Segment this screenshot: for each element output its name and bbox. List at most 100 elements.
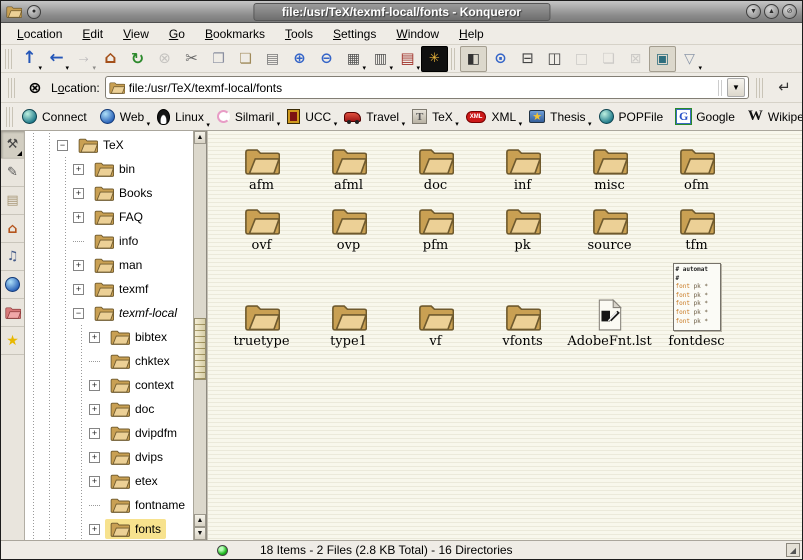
resize-grip-icon[interactable]: ◢ (786, 543, 800, 557)
clear-location-icon[interactable]: ⊗ (24, 80, 46, 96)
expand-icon[interactable]: + (73, 164, 84, 175)
find-button[interactable]: ⊙ (487, 46, 514, 72)
file-icon-truetype[interactable]: truetype (218, 255, 305, 351)
scrollbar-thumb[interactable] (194, 318, 206, 380)
thumbnails-button[interactable]: ▣ (649, 46, 676, 72)
bookmark-popfile[interactable]: POPFile (594, 107, 669, 126)
bookmark-silmaril[interactable]: Silmaril▾ (212, 108, 279, 126)
bookmark-wikipedia[interactable]: WWikipedia (743, 106, 803, 127)
menu-bookmarks[interactable]: Bookmarks (197, 25, 273, 43)
sidebar-tab-services[interactable]: ♫ (1, 243, 24, 271)
tree-scrollbar[interactable]: ▲ ▲ ▼ (193, 131, 206, 540)
expand-icon[interactable]: + (73, 284, 84, 295)
paste-button[interactable]: ❏ (232, 46, 259, 72)
zoom-out-button[interactable]: ⊖ (313, 46, 340, 72)
gear-button[interactable]: ✳ (421, 46, 448, 72)
bookmark-connect[interactable]: Connect (17, 107, 92, 126)
tree-item-info[interactable]: info (25, 229, 193, 253)
scroll-down-icon[interactable]: ▼ (194, 527, 206, 540)
file-icon-fontdesc[interactable]: # automat#font pk *font pk *font pk *fon… (653, 255, 740, 351)
filter-button[interactable]: ▽▾ (676, 46, 703, 72)
file-icon-pfm[interactable]: pfm (392, 195, 479, 255)
menu-edit[interactable]: Edit (74, 25, 111, 43)
close-button[interactable]: ⊘ (782, 4, 797, 19)
file-icon-pk[interactable]: pk (479, 195, 566, 255)
bookmark-tex[interactable]: TTeX▾ (407, 107, 458, 126)
file-icon-misc[interactable]: misc (566, 139, 653, 195)
tree-item-etex[interactable]: +etex (25, 469, 193, 493)
tree-item-context[interactable]: +context (25, 373, 193, 397)
collapse-icon[interactable]: − (57, 140, 68, 151)
expand-icon[interactable]: + (73, 260, 84, 271)
sidebar-tab-home-folder[interactable]: ⌂ (1, 215, 24, 243)
sidebar-tab-network[interactable] (1, 271, 24, 299)
sidebar-tab-red-folder[interactable] (1, 299, 24, 327)
window-menu-folder-icon[interactable] (6, 5, 22, 18)
stop-button[interactable]: ⊗ (151, 46, 178, 72)
file-icon-type1[interactable]: type1 (305, 255, 392, 351)
go-button[interactable]: ↵ (772, 76, 797, 100)
sidebar-tab-bookmarks-star[interactable]: ★ (1, 327, 24, 355)
split-left-right-button[interactable]: ◫ (541, 46, 568, 72)
expand-icon[interactable]: + (89, 524, 100, 535)
tree-item-man[interactable]: +man (25, 253, 193, 277)
menu-window[interactable]: Window (388, 25, 447, 43)
menu-help[interactable]: Help (451, 25, 492, 43)
expand-icon[interactable]: + (89, 452, 100, 463)
scrollbar-track[interactable] (194, 144, 206, 514)
menu-view[interactable]: View (115, 25, 157, 43)
sidebar-tab-pencil[interactable]: ✎ (1, 159, 24, 187)
tree-item-doc[interactable]: +doc (25, 397, 193, 421)
bookmark-xml[interactable]: XMLXML▾ (461, 108, 521, 126)
close-tab-button[interactable]: ⊠ (622, 46, 649, 72)
zoom-in-button[interactable]: ⊕ (286, 46, 313, 72)
tree-item-Books[interactable]: +Books (25, 181, 193, 205)
tree-item-fonts[interactable]: +fonts (25, 517, 193, 540)
sidebar-tab-history[interactable]: ▤ (1, 187, 24, 215)
location-dropdown-icon[interactable]: ▼ (727, 78, 745, 97)
minimize-button[interactable]: ▼ (746, 4, 761, 19)
up-button[interactable]: ↑▾ (16, 46, 43, 72)
tree-item-texmf[interactable]: +texmf (25, 277, 193, 301)
file-icon-AdobeFnt.lst[interactable]: AdobeFnt.lst (566, 255, 653, 351)
new-tab-button[interactable]: ❏ (595, 46, 622, 72)
expand-icon[interactable]: + (73, 188, 84, 199)
locationbar-grip[interactable] (8, 78, 15, 98)
file-icon-source[interactable]: source (566, 195, 653, 255)
bookmark-web[interactable]: Web▾ (95, 107, 149, 126)
sidebar-tree-button[interactable]: ◧ (460, 46, 487, 72)
tree-item-dvipdfm[interactable]: +dvipdfm (25, 421, 193, 445)
sidebar-tab-tools[interactable]: ⚒ (1, 131, 24, 159)
forward-button[interactable]: →▾ (70, 46, 97, 72)
collapse-icon[interactable]: − (73, 308, 84, 319)
menu-settings[interactable]: Settings (325, 25, 384, 43)
menu-location[interactable]: Location (9, 25, 70, 43)
tree-item-texmf-local[interactable]: −texmf-local (25, 301, 193, 325)
multicolumn-view-button[interactable]: ▥▾ (367, 46, 394, 72)
print-button[interactable]: ▤ (259, 46, 286, 72)
scroll-up-icon[interactable]: ▲ (194, 131, 206, 144)
file-icon-ofm[interactable]: ofm (653, 139, 740, 195)
bookmarkbar-grip[interactable] (6, 107, 13, 127)
expand-icon[interactable]: + (89, 476, 100, 487)
reload-button[interactable]: ↻ (124, 46, 151, 72)
tree-item-bin[interactable]: +bin (25, 157, 193, 181)
file-icon-tfm[interactable]: tfm (653, 195, 740, 255)
expand-icon[interactable]: + (89, 380, 100, 391)
bookmark-google[interactable]: GGoogle (671, 107, 740, 126)
fsview-button[interactable]: ▤▾ (394, 46, 421, 72)
file-icon-inf[interactable]: inf (479, 139, 566, 195)
sticky-button[interactable]: ● (27, 5, 41, 19)
location-input[interactable]: file:/usr/TeX/texmf-local/fonts (129, 81, 714, 95)
titlebar[interactable]: ● file:/usr/TeX/texmf-local/fonts - Konq… (1, 1, 802, 23)
bookmark-travel[interactable]: Travel▾ (339, 108, 404, 126)
tree-item-fontname[interactable]: fontname (25, 493, 193, 517)
file-icon-doc[interactable]: doc (392, 139, 479, 195)
file-icon-vfonts[interactable]: vfonts (479, 255, 566, 351)
cut-button[interactable]: ✂ (178, 46, 205, 72)
scroll-up2-icon[interactable]: ▲ (194, 514, 206, 527)
bookmark-ucc[interactable]: UCC▾ (282, 107, 336, 126)
menu-tools[interactable]: Tools (277, 25, 321, 43)
expand-icon[interactable]: + (89, 428, 100, 439)
expand-icon[interactable]: + (89, 332, 100, 343)
